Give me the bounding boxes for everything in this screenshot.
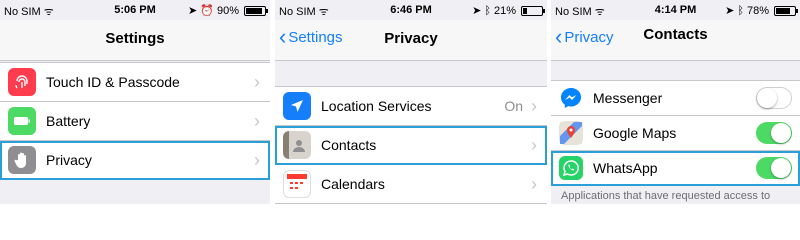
location-arrow-icon: [283, 92, 311, 120]
status-bar: No SIM ᯤ 5:06 PM ➤ ⏰ 90%: [0, 0, 270, 20]
contacts-icon: [283, 131, 311, 159]
privacy-list: Location Services On › Contacts › Calend…: [275, 86, 547, 204]
google-maps-icon: [559, 121, 583, 145]
settings-screen: No SIM ᯤ 5:06 PM ➤ ⏰ 90% Settings Touch …: [0, 0, 270, 204]
row-label: Messenger: [593, 90, 663, 106]
battery-percent: 90%: [216, 4, 239, 17]
row-label: WhatsApp: [593, 160, 658, 176]
row-label: Location Services: [321, 98, 432, 114]
chevron-right-icon: ›: [531, 134, 537, 155]
settings-list: Touch ID & Passcode › Battery › Privacy …: [0, 62, 270, 180]
chevron-right-icon: ›: [254, 110, 260, 131]
messenger-icon: [559, 86, 583, 110]
row-label: Contacts: [321, 137, 377, 153]
messenger-toggle[interactable]: [756, 87, 792, 109]
calendar-icon: [283, 170, 311, 198]
status-bar: No SIM ᯤ 4:14 PM ➤ ᛒ 78%: [551, 0, 800, 20]
privacy-row-contacts[interactable]: Contacts ›: [275, 126, 547, 165]
footer-note: Applications that have requested access …: [561, 190, 771, 202]
page-title: Privacy: [384, 30, 438, 47]
row-label: Calendars: [321, 176, 385, 192]
row-value: On: [504, 98, 523, 114]
chevron-right-icon: ›: [531, 95, 537, 116]
settings-row-touch-id[interactable]: Touch ID & Passcode ›: [0, 63, 270, 102]
settings-row-privacy[interactable]: Privacy ›: [0, 141, 270, 180]
bluetooth-icon: ᛒ: [737, 4, 744, 17]
page-title: Contacts: [643, 26, 708, 43]
privacy-screen: No SIM ᯤ 6:46 PM ➤ ᛒ 21% ‹ Settings Priv…: [275, 0, 547, 204]
whatsapp-toggle[interactable]: [756, 157, 792, 179]
page-title: Settings: [105, 30, 165, 47]
hand-icon: [8, 146, 36, 174]
battery-percent: 21%: [493, 4, 516, 17]
nav-bar: ‹ Privacy Contacts: [551, 20, 800, 61]
chevron-right-icon: ›: [254, 149, 260, 170]
google-maps-toggle[interactable]: [756, 122, 792, 144]
row-label: Touch ID & Passcode: [46, 74, 180, 90]
contacts-access-screen: No SIM ᯤ 4:14 PM ➤ ᛒ 78% ‹ Privacy Conta…: [551, 0, 800, 204]
settings-row-battery[interactable]: Battery ›: [0, 102, 270, 141]
bluetooth-icon: ᛒ: [484, 4, 491, 17]
location-icon: ➤: [472, 5, 482, 17]
row-label: Google Maps: [593, 125, 677, 141]
app-row-messenger: Messenger: [551, 81, 800, 116]
location-icon: ➤: [725, 5, 735, 17]
location-icon: ➤: [188, 5, 198, 17]
chevron-right-icon: ›: [531, 173, 537, 194]
battery-indicator: [521, 5, 545, 16]
toggle-knob: [771, 123, 791, 143]
privacy-row-calendars[interactable]: Calendars ›: [275, 165, 547, 204]
row-label: Privacy: [46, 152, 92, 168]
chevron-right-icon: ›: [254, 71, 260, 92]
app-row-google-maps: Google Maps: [551, 116, 800, 151]
privacy-row-location-services[interactable]: Location Services On ›: [275, 87, 547, 126]
nav-bar: Settings: [0, 20, 270, 61]
whatsapp-icon: [559, 156, 583, 180]
app-permission-list: Messenger Google Maps WhatsApp: [551, 80, 800, 186]
battery-indicator: [774, 5, 798, 16]
nav-bar: ‹ Settings Privacy: [275, 20, 547, 61]
battery-icon: [8, 107, 36, 135]
row-label: Battery: [46, 113, 91, 129]
battery-indicator: [244, 5, 268, 16]
toggle-knob: [771, 158, 791, 178]
app-row-whatsapp: WhatsApp: [551, 151, 800, 186]
alarm-icon: ⏰: [200, 5, 214, 17]
status-bar: No SIM ᯤ 6:46 PM ➤ ᛒ 21%: [275, 0, 547, 20]
battery-percent: 78%: [746, 4, 769, 17]
fingerprint-icon: [8, 68, 36, 96]
toggle-knob: [757, 88, 777, 108]
